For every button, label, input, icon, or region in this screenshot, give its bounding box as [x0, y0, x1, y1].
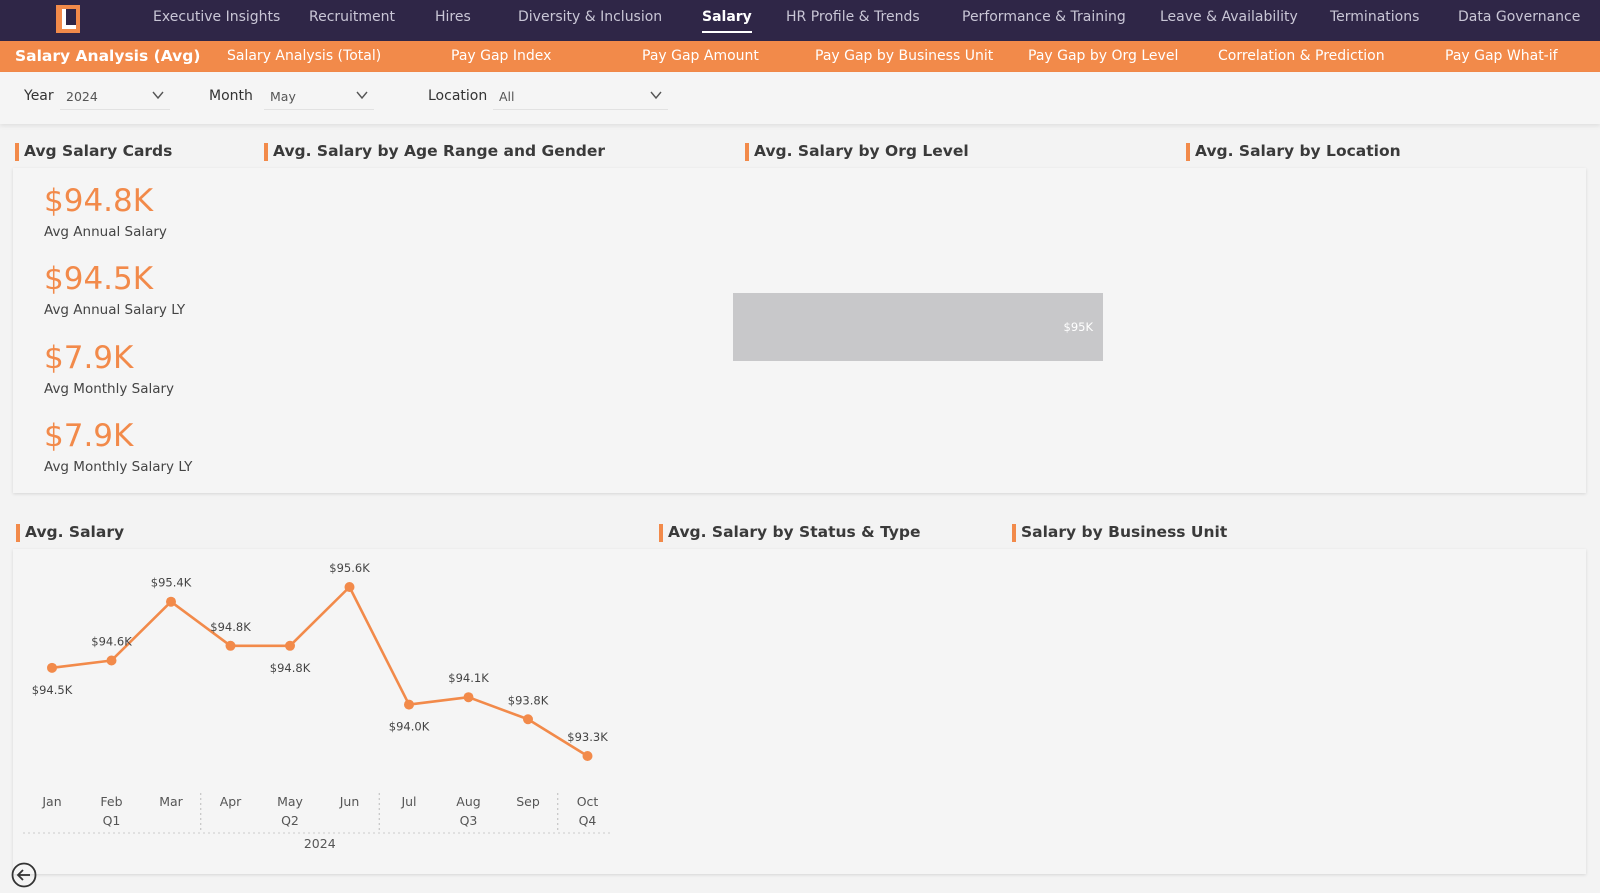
subnav-tab-correlation-prediction[interactable]: Correlation & Prediction	[1218, 41, 1385, 72]
line-data-label: $93.8K	[508, 693, 549, 707]
line-data-label: $94.6K	[91, 634, 132, 648]
line-point-oct[interactable]	[582, 751, 593, 761]
chevron-down-icon	[356, 91, 368, 100]
line-data-label: $94.8K	[270, 661, 311, 675]
quarter-label: Q2	[281, 813, 299, 828]
month-dropdown[interactable]: May	[264, 82, 374, 110]
nav-tab-data-governance[interactable]: Data Governance	[1458, 0, 1580, 41]
avg-salary-cards-title: Avg Salary Cards	[15, 142, 172, 161]
org-level-bar-label: $95K	[1064, 320, 1094, 334]
line-point-mar[interactable]	[166, 596, 176, 607]
line-data-label: $94.5K	[32, 683, 73, 697]
line-point-jun[interactable]	[344, 582, 355, 592]
status-type-chart-title: Avg. Salary by Status & Type	[659, 523, 921, 542]
x-tick-label: Aug	[456, 794, 480, 809]
subnav-tab-pay-gap-amount[interactable]: Pay Gap Amount	[642, 41, 759, 72]
x-tick-label: Mar	[159, 794, 183, 809]
avg-salary-line-chart: $94.5K $94.6K $95.4K $94.8K $94.8K $95.6K $94.…	[23, 561, 613, 851]
kpi-avg-annual-salary-label: Avg Annual Salary	[44, 224, 167, 240]
kpi-avg-monthly-salary-value: $7.9K	[44, 340, 134, 376]
location-chart-title: Avg. Salary by Location	[1186, 142, 1401, 161]
line-data-label: $95.6K	[329, 561, 370, 575]
nav-tab-leave-availability[interactable]: Leave & Availability	[1160, 0, 1298, 41]
sub-navigation-bar: Salary Analysis (Avg) Salary Analysis (To…	[0, 41, 1600, 72]
kpi-avg-annual-salary-ly-label: Avg Annual Salary LY	[44, 302, 186, 318]
line-point-sep[interactable]	[523, 714, 533, 725]
x-tick-label: May	[277, 794, 303, 809]
kpi-avg-annual-salary-value: $94.8K	[44, 183, 154, 219]
filter-bar: Year 2024 Month May Location All	[0, 72, 1600, 124]
x-tick-label: Sep	[516, 794, 540, 809]
business-unit-chart-title: Salary by Business Unit	[1012, 523, 1227, 542]
month-dropdown-value: May	[270, 89, 296, 104]
top-navigation-bar: Executive Insights Recruitment Hires Divers…	[0, 0, 1600, 41]
subnav-tab-pay-gap-by-business-unit[interactable]: Pay Gap by Business Unit	[815, 41, 993, 72]
year-dropdown-value: 2024	[66, 89, 98, 104]
x-tick-label: Oct	[577, 794, 599, 809]
bottom-visuals-panel: $94.5K $94.6K $95.4K $94.8K $94.8K $95.6K $94.…	[13, 549, 1586, 874]
nav-tab-hr-profile-trends[interactable]: HR Profile & Trends	[786, 0, 920, 41]
org-level-chart-title: Avg. Salary by Org Level	[745, 142, 969, 161]
line-data-label: $93.3K	[567, 730, 608, 744]
line-point-may[interactable]	[285, 640, 295, 651]
subnav-tab-salary-analysis-total[interactable]: Salary Analysis (Total)	[227, 41, 381, 72]
line-data-label: $94.0K	[389, 720, 430, 734]
x-tick-label: Apr	[220, 794, 242, 809]
avg-salary-chart-title: Avg. Salary	[16, 523, 124, 542]
nav-tab-performance-training[interactable]: Performance & Training	[962, 0, 1126, 41]
quarter-label: Q4	[579, 813, 597, 828]
app-logo-icon	[56, 5, 80, 33]
org-level-bar[interactable]	[733, 293, 1103, 361]
line-point-apr[interactable]	[225, 640, 236, 651]
quarter-label: Q1	[103, 813, 121, 828]
line-point-aug[interactable]	[463, 692, 474, 703]
back-arrow-icon[interactable]	[11, 862, 37, 888]
nav-tab-label: Salary	[702, 9, 752, 25]
location-dropdown[interactable]: All	[493, 82, 668, 110]
x-tick-label: Jun	[339, 794, 360, 809]
kpi-avg-annual-salary-ly-value: $94.5K	[44, 261, 154, 297]
top-visuals-panel: $94.8K Avg Annual Salary $94.5K Avg Annu…	[13, 168, 1586, 493]
nav-tab-terminations[interactable]: Terminations	[1330, 0, 1419, 41]
x-tick-label: Jul	[400, 794, 416, 809]
nav-tab-executive-insights[interactable]: Executive Insights	[153, 0, 280, 41]
line-data-label: $94.1K	[448, 671, 489, 685]
active-tab-underline	[702, 31, 752, 33]
location-filter-label: Location	[428, 88, 488, 104]
subnav-tab-pay-gap-what-if[interactable]: Pay Gap What-if	[1445, 41, 1558, 72]
month-filter-label: Month	[209, 88, 253, 104]
quarter-label: Q3	[460, 813, 478, 828]
line-point-feb[interactable]	[106, 655, 117, 666]
org-level-bar-chart: $95K	[733, 293, 1103, 361]
kpi-avg-monthly-salary-ly-value: $7.9K	[44, 418, 134, 454]
chevron-down-icon	[650, 91, 662, 100]
year-filter-label: Year	[24, 88, 54, 104]
kpi-avg-monthly-salary-ly-label: Avg Monthly Salary LY	[44, 459, 193, 475]
age-gender-chart-title: Avg. Salary by Age Range and Gender	[264, 142, 605, 161]
location-dropdown-value: All	[499, 89, 515, 104]
line-point-jul[interactable]	[404, 699, 414, 710]
x-tick-label: Feb	[100, 794, 122, 809]
x-tick-label: Jan	[41, 794, 61, 809]
line-data-label: $95.4K	[151, 576, 192, 590]
nav-tab-recruitment[interactable]: Recruitment	[309, 0, 395, 41]
subnav-tab-pay-gap-index[interactable]: Pay Gap Index	[451, 41, 551, 72]
line-point-jan[interactable]	[47, 662, 57, 673]
year-axis-label: 2024	[304, 836, 336, 851]
nav-tab-diversity-inclusion[interactable]: Diversity & Inclusion	[518, 0, 662, 41]
avg-salary-line	[51, 585, 589, 758]
subnav-tab-salary-analysis-avg[interactable]: Salary Analysis (Avg)	[15, 41, 200, 72]
kpi-avg-monthly-salary-label: Avg Monthly Salary	[44, 381, 175, 397]
chevron-down-icon	[152, 91, 164, 100]
year-dropdown[interactable]: 2024	[60, 82, 170, 110]
nav-tab-salary[interactable]: Salary	[702, 0, 752, 41]
subnav-tab-pay-gap-by-org-level[interactable]: Pay Gap by Org Level	[1028, 41, 1178, 72]
line-data-label: $94.8K	[210, 620, 251, 634]
nav-tab-hires[interactable]: Hires	[435, 0, 471, 41]
